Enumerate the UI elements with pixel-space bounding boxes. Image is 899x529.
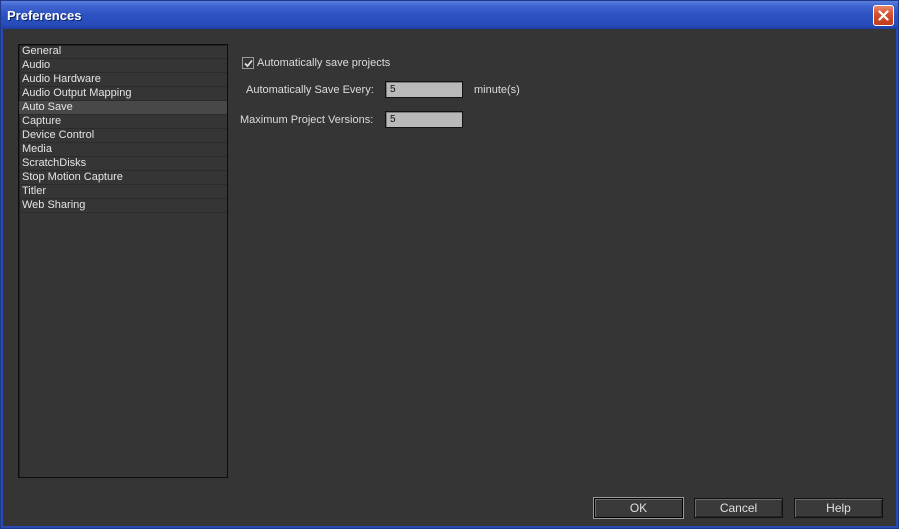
max-versions-input[interactable]	[385, 111, 463, 128]
category-item-auto-save[interactable]: Auto Save	[19, 101, 227, 115]
auto-save-checkbox[interactable]	[242, 57, 254, 69]
category-item-audio-output-mapping[interactable]: Audio Output Mapping	[19, 87, 227, 101]
close-button[interactable]	[873, 5, 894, 26]
checkmark-icon	[244, 59, 253, 68]
save-interval-unit: minute(s)	[474, 84, 520, 96]
ok-button[interactable]: OK	[594, 498, 683, 518]
title-bar[interactable]: Preferences	[1, 1, 898, 29]
auto-save-checkbox-label: Automatically save projects	[257, 57, 391, 69]
category-item-scratchdisks[interactable]: ScratchDisks	[19, 157, 227, 171]
auto-save-checkbox-row[interactable]: Automatically save projects	[242, 56, 390, 70]
category-item-media[interactable]: Media	[19, 143, 227, 157]
category-item-audio[interactable]: Audio	[19, 59, 227, 73]
max-versions-label: Maximum Project Versions:	[240, 114, 374, 126]
category-item-stop-motion-capture[interactable]: Stop Motion Capture	[19, 171, 227, 185]
save-interval-input[interactable]	[385, 81, 463, 98]
close-icon	[878, 10, 889, 21]
category-item-titler[interactable]: Titler	[19, 185, 227, 199]
category-item-audio-hardware[interactable]: Audio Hardware	[19, 73, 227, 87]
save-interval-label: Automatically Save Every:	[246, 84, 374, 96]
category-item-capture[interactable]: Capture	[19, 115, 227, 129]
cancel-button[interactable]: Cancel	[694, 498, 783, 518]
preferences-window: Preferences General Audio Audio Hardware…	[0, 0, 899, 529]
category-item-device-control[interactable]: Device Control	[19, 129, 227, 143]
category-item-general[interactable]: General	[19, 45, 227, 59]
category-list[interactable]: General Audio Audio Hardware Audio Outpu…	[18, 44, 228, 478]
category-item-web-sharing[interactable]: Web Sharing	[19, 199, 227, 213]
help-button[interactable]: Help	[794, 498, 883, 518]
window-title: Preferences	[7, 8, 82, 23]
